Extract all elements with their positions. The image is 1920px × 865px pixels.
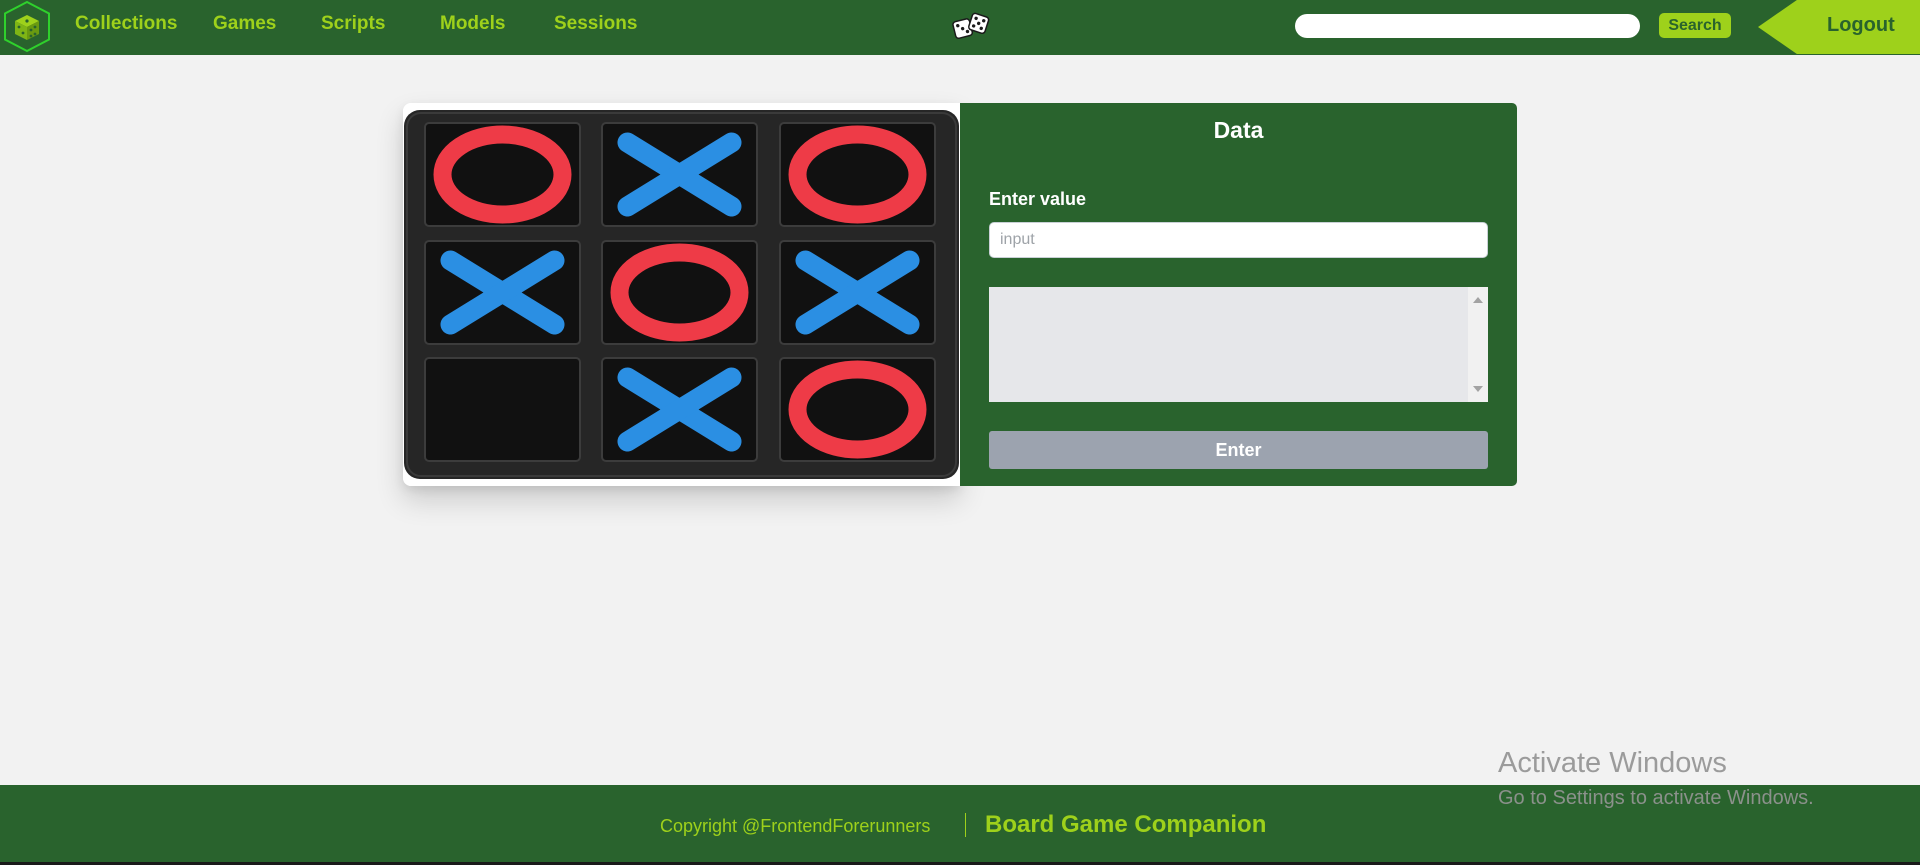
scroll-down-icon[interactable] <box>1473 386 1483 392</box>
logout-label: Logout <box>1827 14 1895 36</box>
search-button[interactable]: Search <box>1659 13 1731 38</box>
nav-sessions-link[interactable]: Sessions <box>554 13 637 35</box>
nav-games-link[interactable]: Games <box>213 13 276 35</box>
copyright-text: Copyright @FrontendForerunners <box>660 816 931 836</box>
game-image <box>403 103 960 486</box>
nav-collections-link[interactable]: Collections <box>75 13 177 35</box>
dice-logo-icon[interactable] <box>0 0 55 53</box>
brand-name: Board Game Companion <box>985 811 1267 838</box>
board-cell <box>424 357 581 462</box>
activate-windows-subtitle: Go to Settings to activate Windows. <box>1498 787 1814 809</box>
tic-tac-toe-board <box>403 103 960 486</box>
output-textarea[interactable] <box>989 287 1488 402</box>
enter-value-label: Enter value <box>989 189 1087 209</box>
logout-button[interactable]: Logout <box>1758 0 1920 54</box>
dice-icon <box>952 12 990 40</box>
nav-models-link[interactable]: Models <box>440 13 505 35</box>
game-card: Data Enter value Enter <box>403 103 1517 486</box>
footer-divider <box>965 813 966 837</box>
activate-windows-title: Activate Windows <box>1498 747 1727 779</box>
enter-button[interactable]: Enter <box>989 431 1488 469</box>
search-input[interactable] <box>1295 14 1640 38</box>
data-panel: Data Enter value Enter <box>960 103 1517 486</box>
output-scrollbar[interactable] <box>1468 287 1488 402</box>
value-input[interactable] <box>989 222 1488 258</box>
scroll-up-icon[interactable] <box>1473 297 1483 303</box>
navbar: Collections Games Scripts Models Session… <box>0 0 1920 55</box>
nav-scripts-link[interactable]: Scripts <box>321 13 385 35</box>
data-title: Data <box>1213 117 1264 143</box>
